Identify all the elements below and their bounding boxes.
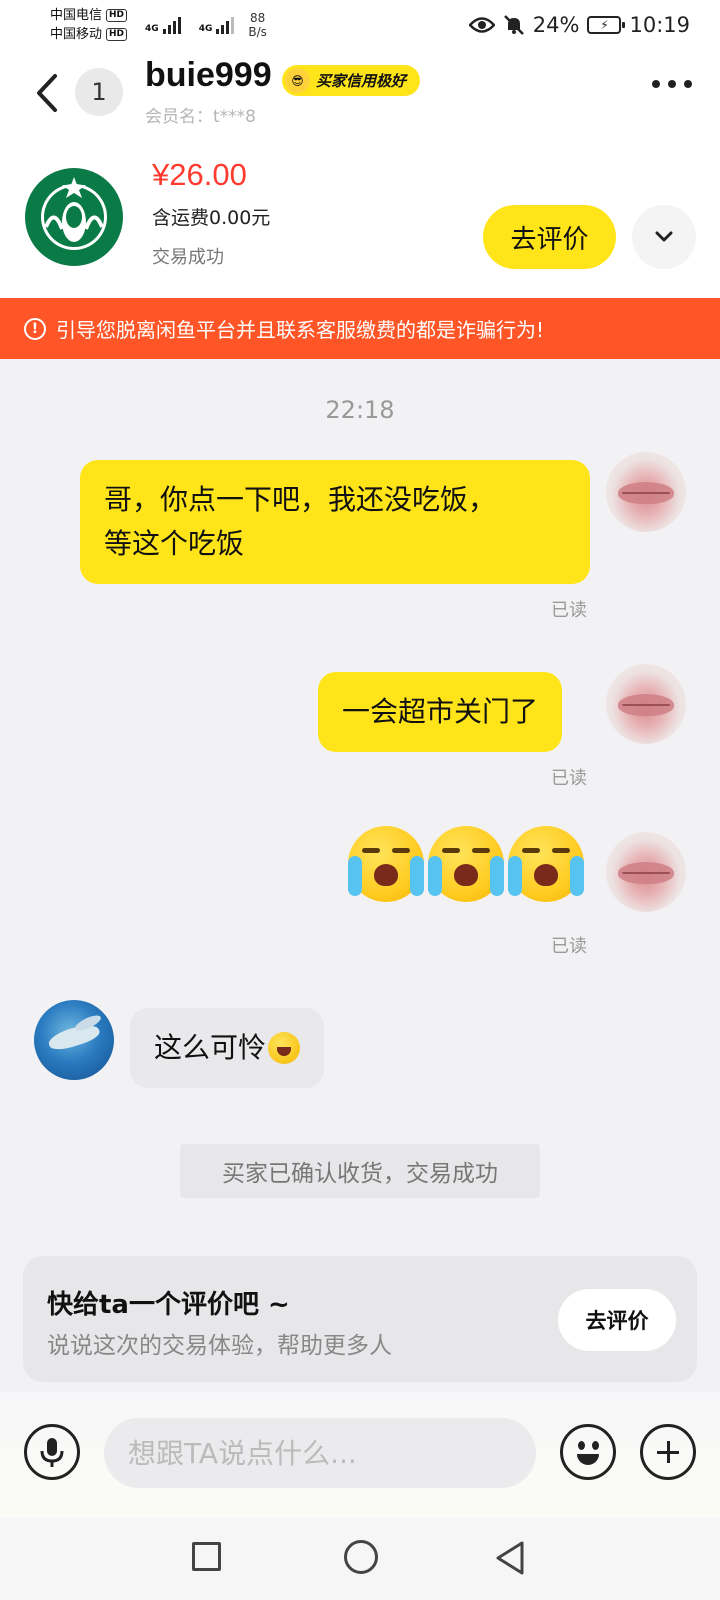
network-speed: 88 B/s xyxy=(248,11,267,39)
signal-icon: 4G xyxy=(199,16,235,34)
warning-text: 引导您脱离闲鱼平台并且联系客服缴费的都是诈骗行为! xyxy=(56,318,545,342)
home-button[interactable] xyxy=(344,1540,378,1574)
warning-icon: ! xyxy=(24,317,46,340)
battery-percent: 24% xyxy=(532,13,580,37)
add-attachment-button[interactable] xyxy=(640,1424,696,1480)
hd-badge: HD xyxy=(106,9,128,22)
status-right: 24% ⚡ 10:19 xyxy=(468,13,690,37)
chevron-down-icon xyxy=(655,231,673,242)
rating-prompt-card: 快给ta一个评价吧 ~ 说说这次的交易体验，帮助更多人 去评价 xyxy=(23,1256,697,1382)
shipping-fee: 含运费0.00元 xyxy=(152,207,271,229)
credit-badge-label: 买家信用极好 xyxy=(316,72,407,90)
starbucks-logo xyxy=(25,168,123,266)
read-receipt: 已读 xyxy=(551,600,587,621)
recent-apps-button[interactable] xyxy=(192,1542,221,1571)
carrier-1: 中国电信 xyxy=(50,8,103,23)
rating-prompt-title: 快给ta一个评价吧 ~ xyxy=(47,1290,290,1320)
carrier-2: 中国移动 xyxy=(50,27,103,42)
system-nav-bar xyxy=(0,1518,720,1600)
status-bar: 中国电信 HD 中国移动 HD 4G 4G 88 B/s 24% ⚡ 10:19 xyxy=(0,0,720,50)
more-options-button[interactable] xyxy=(652,80,692,88)
emoji-button[interactable] xyxy=(560,1424,616,1480)
rate-button[interactable]: 去评价 xyxy=(483,205,616,269)
nav-back-icon[interactable] xyxy=(494,1540,526,1576)
message-bubble[interactable]: 这么可怜 xyxy=(130,1008,325,1088)
product-price: ¥26.00 xyxy=(152,157,247,192)
read-receipt: 已读 xyxy=(551,768,587,789)
rating-prompt-subtitle: 说说这次的交易体验，帮助更多人 xyxy=(47,1333,392,1359)
carrier-info: 中国电信 HD 中国移动 HD xyxy=(50,6,128,44)
emoji-message[interactable] xyxy=(348,826,584,902)
rate-button[interactable]: 去评价 xyxy=(558,1289,676,1351)
expand-button[interactable] xyxy=(632,205,696,269)
microphone-icon xyxy=(40,1438,64,1467)
hd-badge: HD xyxy=(106,28,128,41)
chevron-left-icon xyxy=(37,74,57,112)
self-avatar[interactable] xyxy=(606,452,686,532)
message-bubble[interactable]: 哥，你点一下吧，我还没吃饭， 等这个吃饭 xyxy=(80,460,590,584)
contact-nickname[interactable]: buie999 xyxy=(145,56,272,95)
credit-badge[interactable]: 😎 买家信用极好 xyxy=(282,65,421,96)
status-left: 中国电信 HD 中国移动 HD 4G 4G 88 B/s xyxy=(50,6,267,44)
voice-button[interactable] xyxy=(24,1424,80,1480)
self-avatar[interactable] xyxy=(606,664,686,744)
signal-icon: 4G xyxy=(145,16,181,34)
input-bar xyxy=(0,1392,720,1518)
chat-timestamp: 22:18 xyxy=(325,396,395,424)
chat-header: 1 buie999 😎 买家信用极好 会员名：t***8 xyxy=(0,50,720,135)
smile-face-icon: 😎 xyxy=(285,68,310,93)
product-card[interactable]: ¥26.00 含运费0.00元 交易成功 去评价 xyxy=(0,135,720,298)
crying-face-icon xyxy=(508,826,584,902)
system-message: 买家已确认收货，交易成功 xyxy=(180,1144,540,1198)
battery-icon: ⚡ xyxy=(587,16,626,34)
crying-face-icon xyxy=(348,826,424,902)
contact-avatar[interactable] xyxy=(34,1000,114,1080)
back-button[interactable] xyxy=(32,70,62,116)
crying-face-icon xyxy=(428,826,504,902)
laugh-cry-icon xyxy=(268,1032,301,1064)
read-receipt: 已读 xyxy=(551,936,587,957)
trade-status: 交易成功 xyxy=(152,247,224,268)
message-bubble[interactable]: 一会超市关门了 xyxy=(318,672,563,752)
member-name: 会员名：t***8 xyxy=(145,107,256,127)
eye-icon xyxy=(468,17,495,33)
clock: 10:19 xyxy=(629,13,690,37)
mute-bell-icon xyxy=(503,15,524,35)
message-input[interactable] xyxy=(104,1418,536,1488)
self-avatar[interactable] xyxy=(606,832,686,912)
fraud-warning-banner: ! 引导您脱离闲鱼平台并且联系客服缴费的都是诈骗行为! xyxy=(0,298,720,359)
unread-count-badge[interactable]: 1 xyxy=(75,68,123,116)
